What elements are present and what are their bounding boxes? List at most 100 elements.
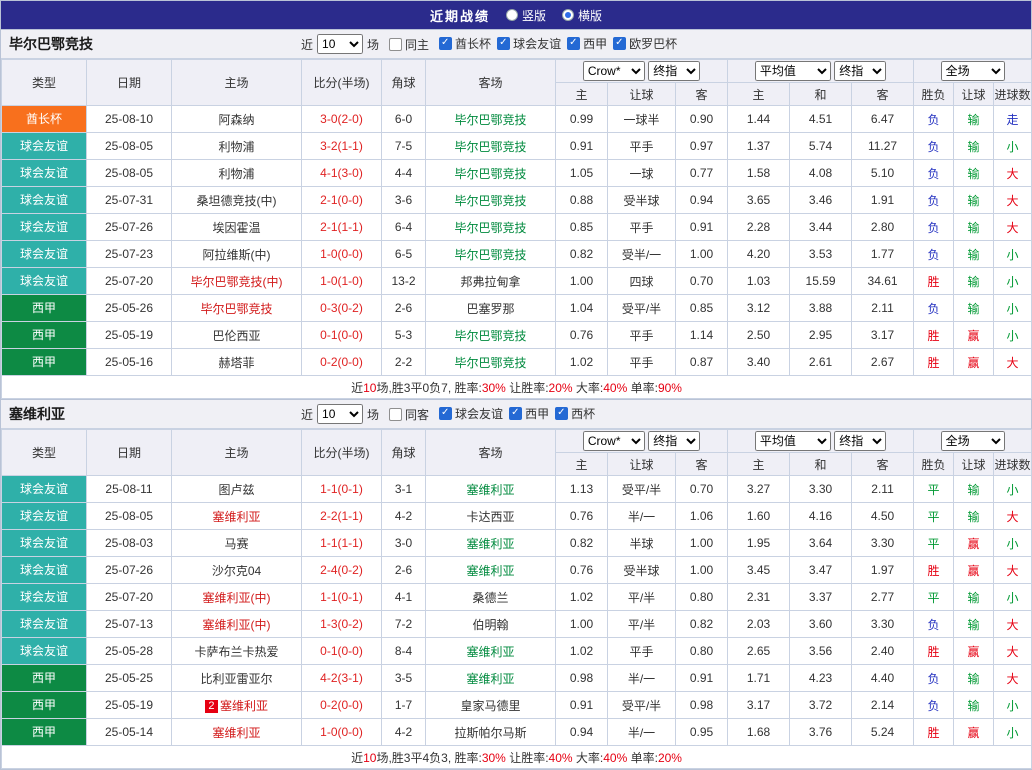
away-team[interactable]: 毕尔巴鄂竞技 bbox=[426, 349, 556, 376]
away-team[interactable]: 塞维利亚 bbox=[426, 665, 556, 692]
same-venue-checkbox[interactable] bbox=[389, 38, 402, 51]
away-team[interactable]: 塞维利亚 bbox=[426, 557, 556, 584]
match-count-select[interactable]: 10 bbox=[317, 34, 363, 54]
avg-odds-away: 2.77 bbox=[852, 584, 914, 611]
home-team[interactable]: 利物浦 bbox=[172, 133, 302, 160]
league-filter[interactable]: 西甲 bbox=[509, 405, 549, 422]
average-select[interactable]: 平均值 bbox=[755, 61, 831, 81]
odds-away: 0.97 bbox=[676, 133, 728, 160]
score: 0-2(0-0) bbox=[302, 692, 382, 719]
away-team[interactable]: 塞维利亚 bbox=[426, 530, 556, 557]
league-checkbox[interactable] bbox=[509, 407, 522, 420]
home-team[interactable]: 比利亚雷亚尔 bbox=[172, 665, 302, 692]
table-row: 球会友谊 25-07-20 毕尔巴鄂竞技(中) 1-0(1-0) 13-2 邦弗… bbox=[2, 268, 1032, 295]
home-team[interactable]: 赫塔菲 bbox=[172, 349, 302, 376]
avg-odds-draw: 3.72 bbox=[790, 692, 852, 719]
league-checkbox[interactable] bbox=[567, 37, 580, 50]
match-type-cell: 球会友谊 bbox=[2, 214, 87, 241]
result-handicap: 赢 bbox=[954, 719, 994, 746]
result-goals: 小 bbox=[994, 295, 1032, 322]
league-checkbox[interactable] bbox=[497, 37, 510, 50]
final-odds-select[interactable]: 终指 bbox=[648, 61, 700, 81]
league-filter[interactable]: 西甲 bbox=[567, 35, 607, 52]
home-team[interactable]: 沙尔克04 bbox=[172, 557, 302, 584]
home-team[interactable]: 塞维利亚(中) bbox=[172, 611, 302, 638]
odds-home: 1.02 bbox=[556, 638, 608, 665]
home-team[interactable]: 塞维利亚 bbox=[172, 503, 302, 530]
league-filter[interactable]: 球会友谊 bbox=[497, 35, 561, 52]
bookmaker-select[interactable]: Crow* bbox=[583, 61, 645, 81]
league-filter[interactable]: 酋长杯 bbox=[439, 35, 491, 52]
layout-option-vertical[interactable]: 竖版 bbox=[506, 7, 546, 24]
result-handicap: 赢 bbox=[954, 322, 994, 349]
league-filter[interactable]: 西杯 bbox=[555, 405, 595, 422]
home-team[interactable]: 马赛 bbox=[172, 530, 302, 557]
away-team[interactable]: 邦弗拉甸拿 bbox=[426, 268, 556, 295]
away-team[interactable]: 塞维利亚 bbox=[426, 476, 556, 503]
away-team[interactable]: 拉斯帕尔马斯 bbox=[426, 719, 556, 746]
league-checkbox[interactable] bbox=[613, 37, 626, 50]
away-team[interactable]: 毕尔巴鄂竞技 bbox=[426, 322, 556, 349]
same-venue-filter[interactable]: 同主 bbox=[389, 36, 429, 53]
home-team[interactable]: 塞维利亚(中) bbox=[172, 584, 302, 611]
away-team[interactable]: 皇家马德里 bbox=[426, 692, 556, 719]
away-team[interactable]: 毕尔巴鄂竞技 bbox=[426, 187, 556, 214]
away-team[interactable]: 毕尔巴鄂竞技 bbox=[426, 133, 556, 160]
home-team[interactable]: 阿拉维斯(中) bbox=[172, 241, 302, 268]
final-odds-select[interactable]: 终指 bbox=[648, 431, 700, 451]
home-team[interactable]: 利物浦 bbox=[172, 160, 302, 187]
away-team[interactable]: 卡达西亚 bbox=[426, 503, 556, 530]
away-team[interactable]: 桑德兰 bbox=[426, 584, 556, 611]
odds-away: 1.14 bbox=[676, 322, 728, 349]
league-checkbox[interactable] bbox=[439, 407, 452, 420]
result-goals: 小 bbox=[994, 241, 1032, 268]
away-team[interactable]: 毕尔巴鄂竞技 bbox=[426, 214, 556, 241]
home-team[interactable]: 图卢兹 bbox=[172, 476, 302, 503]
match-count-select[interactable]: 10 bbox=[317, 404, 363, 424]
odds-home: 0.91 bbox=[556, 692, 608, 719]
home-team[interactable]: 卡萨布兰卡热爱 bbox=[172, 638, 302, 665]
bookmaker-select[interactable]: Crow* bbox=[583, 431, 645, 451]
match-type-cell: 西甲 bbox=[2, 665, 87, 692]
home-team[interactable]: 毕尔巴鄂竞技(中) bbox=[172, 268, 302, 295]
league-checkbox[interactable] bbox=[555, 407, 568, 420]
same-venue-checkbox[interactable] bbox=[389, 408, 402, 421]
away-team[interactable]: 毕尔巴鄂竞技 bbox=[426, 160, 556, 187]
average-select[interactable]: 平均值 bbox=[755, 431, 831, 451]
home-team[interactable]: 塞维利亚 bbox=[172, 719, 302, 746]
match-type-cell: 球会友谊 bbox=[2, 187, 87, 214]
home-team[interactable]: 巴伦西亚 bbox=[172, 322, 302, 349]
result-wdl: 胜 bbox=[914, 557, 954, 584]
away-team[interactable]: 毕尔巴鄂竞技 bbox=[426, 241, 556, 268]
same-venue-filter[interactable]: 同客 bbox=[389, 406, 429, 423]
league-filter[interactable]: 球会友谊 bbox=[439, 405, 503, 422]
league-filter[interactable]: 欧罗巴杯 bbox=[613, 35, 677, 52]
home-team[interactable]: 阿森纳 bbox=[172, 106, 302, 133]
match-date: 25-07-23 bbox=[87, 241, 172, 268]
handicap-line: 受半球 bbox=[608, 187, 676, 214]
full-match-select[interactable]: 全场 bbox=[941, 431, 1005, 451]
layout-option-horizontal[interactable]: 横版 bbox=[562, 7, 602, 24]
result-goals: 大 bbox=[994, 557, 1032, 584]
final-odds-select-2[interactable]: 终指 bbox=[834, 431, 886, 451]
handicap-line: 平手 bbox=[608, 322, 676, 349]
away-team[interactable]: 巴塞罗那 bbox=[426, 295, 556, 322]
recent-results-panel: 近期战绩 竖版 横版 毕尔巴鄂竞技 近 10 场 同主 酋长杯球会友谊西甲欧罗巴… bbox=[0, 0, 1032, 770]
summary-text: 20% bbox=[549, 381, 573, 395]
table-row: 球会友谊 25-07-23 阿拉维斯(中) 1-0(0-0) 6-5 毕尔巴鄂竞… bbox=[2, 241, 1032, 268]
league-checkbox[interactable] bbox=[439, 37, 452, 50]
home-team[interactable]: 毕尔巴鄂竞技 bbox=[172, 295, 302, 322]
corner-score: 3-6 bbox=[382, 187, 426, 214]
home-team[interactable]: 桑坦德竞技(中) bbox=[172, 187, 302, 214]
radio-icon-vertical[interactable] bbox=[506, 9, 518, 21]
home-team[interactable]: 埃因霍温 bbox=[172, 214, 302, 241]
away-team[interactable]: 伯明翰 bbox=[426, 611, 556, 638]
away-team[interactable]: 毕尔巴鄂竞技 bbox=[426, 106, 556, 133]
away-team[interactable]: 塞维利亚 bbox=[426, 638, 556, 665]
home-team[interactable]: 2塞维利亚 bbox=[172, 692, 302, 719]
final-odds-select-2[interactable]: 终指 bbox=[834, 61, 886, 81]
full-match-select[interactable]: 全场 bbox=[941, 61, 1005, 81]
match-type-cell: 球会友谊 bbox=[2, 530, 87, 557]
summary-row: 近10场,胜3平0负7, 胜率:30% 让胜率:20% 大率:40% 单率:90… bbox=[2, 376, 1032, 399]
radio-icon-horizontal[interactable] bbox=[562, 9, 574, 21]
